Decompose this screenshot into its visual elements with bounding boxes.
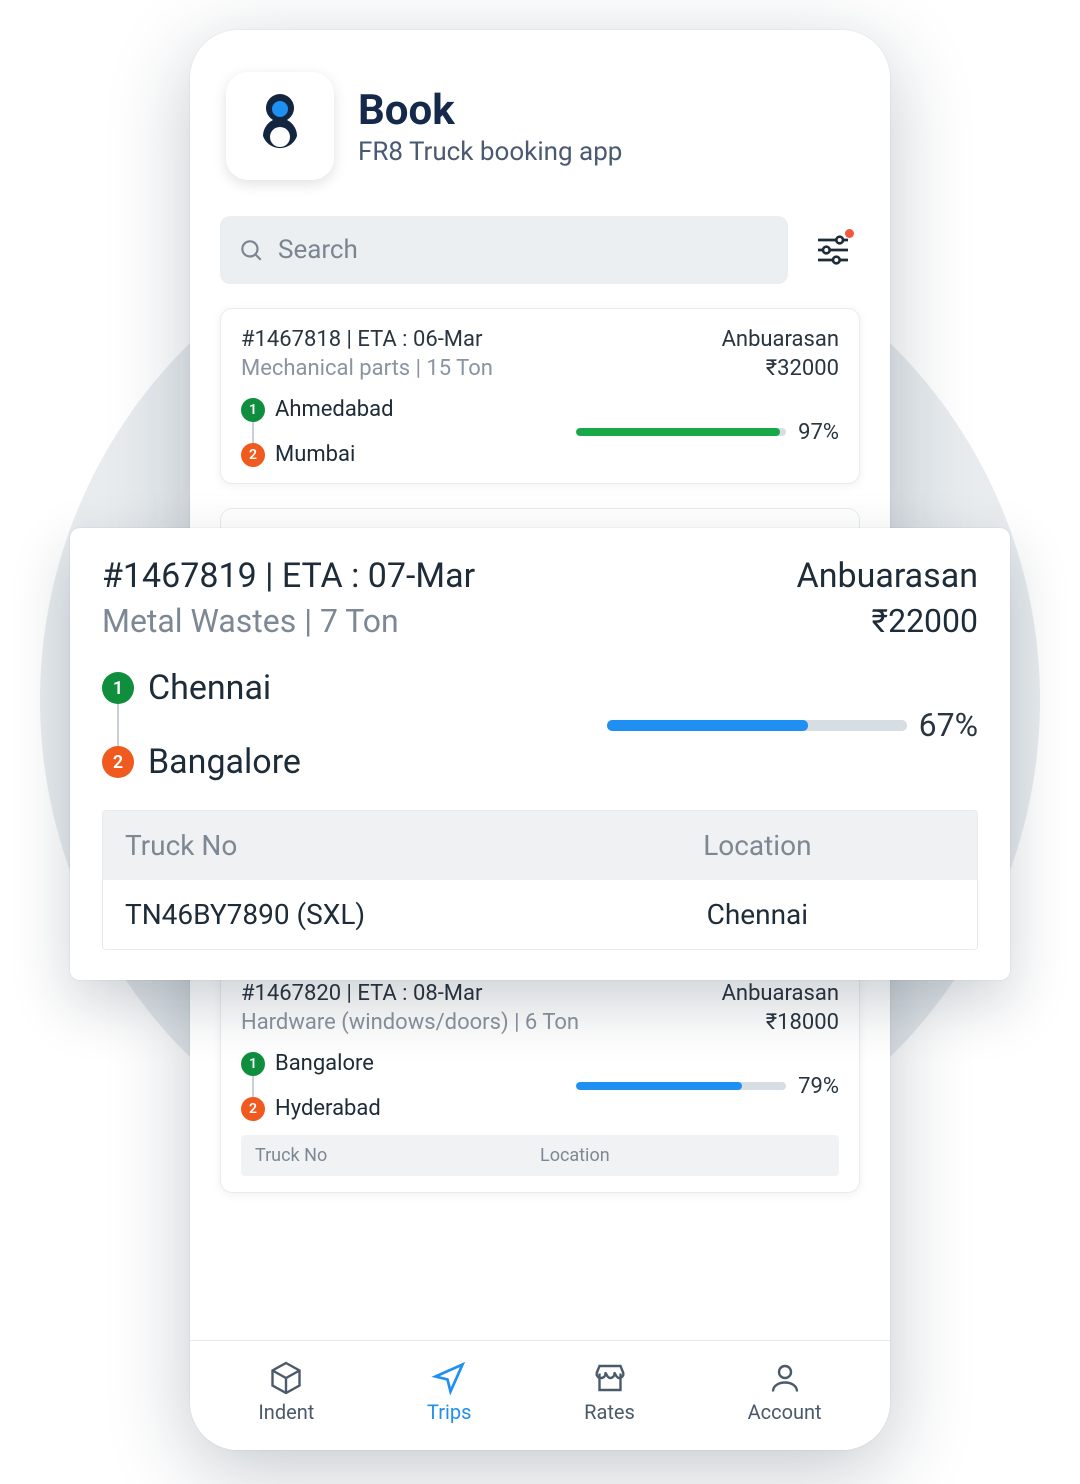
trip-price: ₹18000 xyxy=(766,1010,839,1035)
trip-customer: Anbuarasan xyxy=(797,556,978,596)
nav-label: Indent xyxy=(258,1400,314,1424)
route-waypoints: 1 Bangalore 2 Hyderabad xyxy=(241,1051,381,1121)
truck-no-value: TN46BY7890 (SXL) xyxy=(125,898,560,931)
destination-city: Mumbai xyxy=(275,442,355,467)
origin-pin-icon: 1 xyxy=(241,398,265,422)
trip-cargo-line: Hardware (windows/doors) | 6 Ton xyxy=(241,1010,579,1035)
nav-indent[interactable]: Indent xyxy=(258,1360,314,1424)
col-truck-no: Truck No xyxy=(125,829,560,862)
progress-percent: 79% xyxy=(798,1074,839,1099)
origin-city: Chennai xyxy=(148,668,271,708)
nav-trips[interactable]: Trips xyxy=(427,1360,471,1424)
trip-price: ₹22000 xyxy=(872,602,978,640)
nav-account[interactable]: Account xyxy=(748,1360,822,1424)
nav-label: Rates xyxy=(584,1400,635,1424)
destination-city: Bangalore xyxy=(148,742,301,782)
col-truck-no: Truck No xyxy=(255,1145,540,1166)
store-icon xyxy=(592,1360,628,1396)
app-subtitle: FR8 Truck booking app xyxy=(358,137,622,167)
search-input[interactable]: Search xyxy=(220,216,788,284)
table-row[interactable]: TN46BY7890 (SXL) Chennai xyxy=(103,880,977,949)
truck-table-header: Truck No Location xyxy=(241,1135,839,1176)
trip-cargo-line: Metal Wastes | 7 Ton xyxy=(102,602,399,640)
search-row: Search xyxy=(220,216,860,284)
origin-city: Ahmedabad xyxy=(275,397,394,422)
nav-label: Trips xyxy=(427,1400,471,1424)
route-waypoints: 1 Chennai 2 Bangalore xyxy=(102,668,301,782)
fr8-logo-icon xyxy=(250,90,310,162)
trip-price: ₹32000 xyxy=(766,356,839,381)
search-icon xyxy=(238,237,264,263)
bottom-nav: Indent Trips Rates Account xyxy=(190,1340,890,1450)
trip-customer: Anbuarasan xyxy=(722,981,839,1006)
nav-rates[interactable]: Rates xyxy=(584,1360,635,1424)
progress-bar xyxy=(576,1082,786,1090)
origin-pin-icon: 1 xyxy=(102,672,134,704)
trip-customer: Anbuarasan xyxy=(722,327,839,352)
search-placeholder: Search xyxy=(278,235,358,265)
progress-bar xyxy=(576,428,786,436)
truck-table: Truck No Location TN46BY7890 (SXL) Chenn… xyxy=(102,810,978,950)
destination-city: Hyderabad xyxy=(275,1096,381,1121)
nav-label: Account xyxy=(748,1400,822,1424)
destination-pin-icon: 2 xyxy=(241,443,265,467)
truck-location-value: Chennai xyxy=(560,898,955,931)
destination-pin-icon: 2 xyxy=(241,1097,265,1121)
trip-id-line: #1467820 | ETA : 08-Mar xyxy=(241,981,482,1006)
filter-button[interactable] xyxy=(806,223,860,277)
trip-card[interactable]: #1467818 | ETA : 06-Mar Anbuarasan Mecha… xyxy=(220,308,860,484)
col-location: Location xyxy=(560,829,955,862)
app-header: Book FR8 Truck booking app xyxy=(220,68,860,204)
navigation-icon xyxy=(431,1360,467,1396)
app-title: Book xyxy=(358,86,622,135)
col-location: Location xyxy=(540,1145,825,1166)
app-logo xyxy=(226,72,334,180)
box-icon xyxy=(268,1360,304,1396)
route-waypoints: 1 Ahmedabad 2 Mumbai xyxy=(241,397,394,467)
trip-id-line: #1467818 | ETA : 06-Mar xyxy=(241,327,482,352)
trip-cargo-line: Mechanical parts | 15 Ton xyxy=(241,356,493,381)
progress-percent: 67% xyxy=(919,706,978,744)
trip-id-line: #1467819 | ETA : 07-Mar xyxy=(102,556,475,596)
person-icon xyxy=(767,1360,803,1396)
progress-percent: 97% xyxy=(798,420,839,445)
destination-pin-icon: 2 xyxy=(102,746,134,778)
origin-city: Bangalore xyxy=(275,1051,374,1076)
progress-bar xyxy=(607,720,907,731)
filter-alert-dot xyxy=(845,229,854,238)
origin-pin-icon: 1 xyxy=(241,1052,265,1076)
trip-card[interactable]: #1467820 | ETA : 08-Mar Anbuarasan Hardw… xyxy=(220,962,860,1193)
trip-card-expanded[interactable]: #1467819 | ETA : 07-Mar Anbuarasan Metal… xyxy=(70,528,1010,980)
